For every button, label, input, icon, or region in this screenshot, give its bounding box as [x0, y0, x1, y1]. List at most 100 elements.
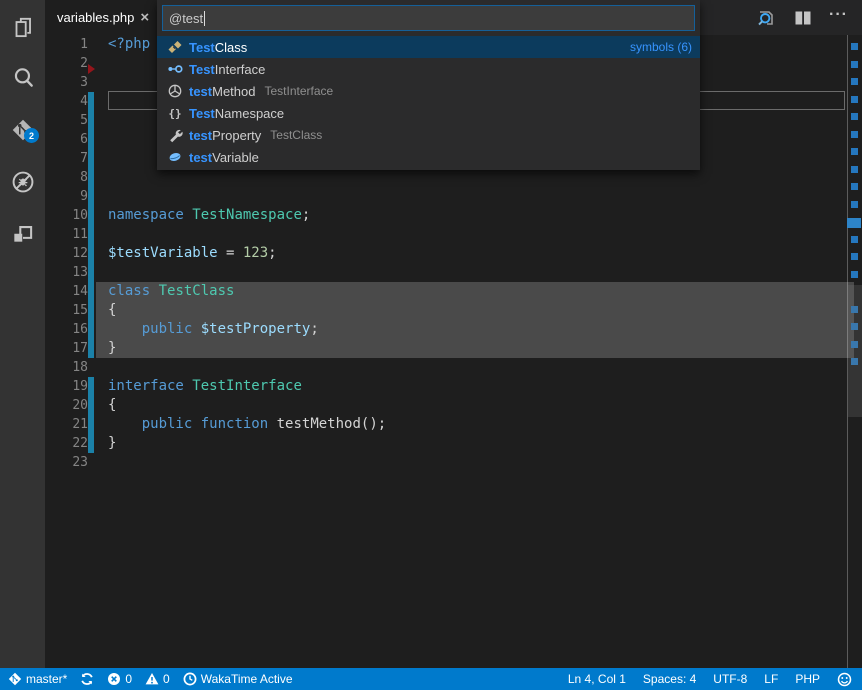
line-number: 21	[45, 415, 88, 434]
error-count[interactable]: 0	[107, 672, 132, 686]
extensions-icon	[10, 220, 36, 246]
quick-open-item-testmethod[interactable]: testMethodTestInterface	[157, 80, 700, 102]
interface-icon	[167, 61, 183, 77]
warning-count[interactable]: 0	[145, 672, 170, 686]
ruler-mark	[851, 236, 858, 243]
code-line[interactable]: 9	[45, 187, 862, 206]
clock-icon	[183, 672, 197, 686]
ruler-mark	[851, 113, 858, 120]
ruler-mark	[851, 131, 858, 138]
line-number: 9	[45, 187, 88, 206]
property-icon	[167, 127, 183, 143]
code-line[interactable]: 8	[45, 168, 862, 187]
split-editor-button[interactable]	[792, 7, 814, 29]
sync-button[interactable]	[80, 672, 94, 686]
code-line[interactable]: 13	[45, 263, 862, 282]
quick-open-item-testproperty[interactable]: testPropertyTestClass	[157, 124, 700, 146]
line-number: 20	[45, 396, 88, 415]
sidebar-item-search[interactable]	[0, 57, 45, 99]
symbol-name: Method	[212, 84, 255, 99]
code-line[interactable]: 22}	[45, 434, 862, 453]
vertical-scrollbar[interactable]	[848, 285, 862, 417]
code-line[interactable]: 20{	[45, 396, 862, 415]
code-line[interactable]: 23	[45, 453, 862, 472]
code-line[interactable]: 12$testVariable = 123;	[45, 244, 862, 263]
sidebar-item-source-control[interactable]: 2	[0, 109, 45, 151]
debug-icon	[10, 169, 36, 195]
feedback-button[interactable]	[837, 672, 852, 687]
symbol-match-text: Test	[189, 40, 215, 55]
error-icon	[107, 672, 121, 686]
ruler-mark	[847, 218, 861, 228]
code-line[interactable]: 15{	[45, 301, 862, 320]
symbol-match-text: test	[189, 150, 212, 165]
line-number: 10	[45, 206, 88, 225]
status-bar: master*	[0, 668, 862, 690]
code-text: class TestClass	[108, 282, 234, 301]
quick-open-input[interactable]: @test	[162, 5, 695, 31]
cursor-position[interactable]: Ln 4, Col 1	[568, 672, 626, 686]
status-bar-left: master*	[0, 672, 293, 686]
eol-setting[interactable]: LF	[764, 672, 778, 686]
sidebar-item-extensions[interactable]	[0, 212, 45, 254]
code-text: {	[108, 301, 116, 320]
ruler-mark	[851, 271, 858, 278]
line-number: 6	[45, 130, 88, 149]
ruler-mark	[851, 183, 858, 190]
line-number: 22	[45, 434, 88, 453]
code-line[interactable]: 17}	[45, 339, 862, 358]
encoding-setting[interactable]: UTF-8	[713, 672, 747, 686]
ruler-mark	[851, 166, 858, 173]
symbol-name: Variable	[212, 150, 259, 165]
sidebar-item-debug[interactable]	[0, 161, 45, 203]
smiley-icon	[837, 672, 852, 687]
code-line[interactable]: 19 interface TestInterface	[45, 377, 862, 396]
code-text: interface TestInterface	[108, 377, 302, 396]
line-number: 17	[45, 339, 88, 358]
more-actions-icon[interactable]: ···	[829, 10, 848, 26]
search-icon	[10, 65, 36, 91]
line-number: 14	[45, 282, 88, 301]
line-number: 1	[45, 35, 88, 54]
language-mode[interactable]: PHP	[795, 672, 820, 686]
code-line[interactable]: 10namespace TestNamespace;	[45, 206, 862, 225]
symbol-match-text: test	[189, 128, 212, 143]
quick-open-widget: @test TestClasssymbols (6) TestInterface…	[157, 0, 700, 170]
git-modified-gutter-bar	[88, 92, 94, 358]
code-line[interactable]: 18	[45, 358, 862, 377]
line-number: 11	[45, 225, 88, 244]
line-number: 5	[45, 111, 88, 130]
namespace-icon: {}	[167, 105, 183, 121]
quick-open-item-testnamespace[interactable]: {}TestNamespace	[157, 102, 700, 124]
line-number: 16	[45, 320, 88, 339]
class-icon	[167, 39, 183, 55]
activity-bar: 2	[0, 0, 45, 668]
line-number: 19	[45, 377, 88, 396]
git-branch-status[interactable]: master*	[8, 672, 67, 686]
quick-open-results: TestClasssymbols (6) TestInterface test M…	[157, 36, 700, 168]
ruler-mark	[851, 253, 858, 260]
code-text: <?php	[108, 35, 150, 54]
warning-count-label: 0	[163, 672, 170, 686]
code-line[interactable]: 16 public $testProperty;	[45, 320, 862, 339]
code-line[interactable]: 14 class TestClass	[45, 282, 862, 301]
open-preview-button[interactable]	[755, 7, 777, 29]
quick-open-item-testvariable[interactable]: testVariable	[157, 146, 700, 168]
code-line[interactable]: 21 public function testMethod();	[45, 415, 862, 434]
wakatime-status[interactable]: WakaTime Active	[183, 672, 293, 686]
sidebar-item-explorer[interactable]	[0, 7, 45, 49]
code-text: public function testMethod();	[108, 415, 386, 434]
tab-variables-php[interactable]: variables.php ×	[45, 0, 157, 35]
symbol-name: Interface	[215, 62, 266, 77]
quick-open-item-testinterface[interactable]: TestInterface	[157, 58, 700, 80]
symbol-name: Namespace	[215, 106, 284, 121]
sync-icon	[80, 672, 94, 686]
code-text: }	[108, 434, 116, 453]
close-icon[interactable]: ×	[140, 10, 149, 25]
symbol-name: Class	[215, 40, 248, 55]
ruler-mark	[851, 78, 858, 85]
indentation-setting[interactable]: Spaces: 4	[643, 672, 696, 686]
quick-open-item-testclass[interactable]: TestClasssymbols (6)	[157, 36, 700, 58]
code-line[interactable]: 11	[45, 225, 862, 244]
symbol-container: TestInterface	[265, 84, 334, 98]
